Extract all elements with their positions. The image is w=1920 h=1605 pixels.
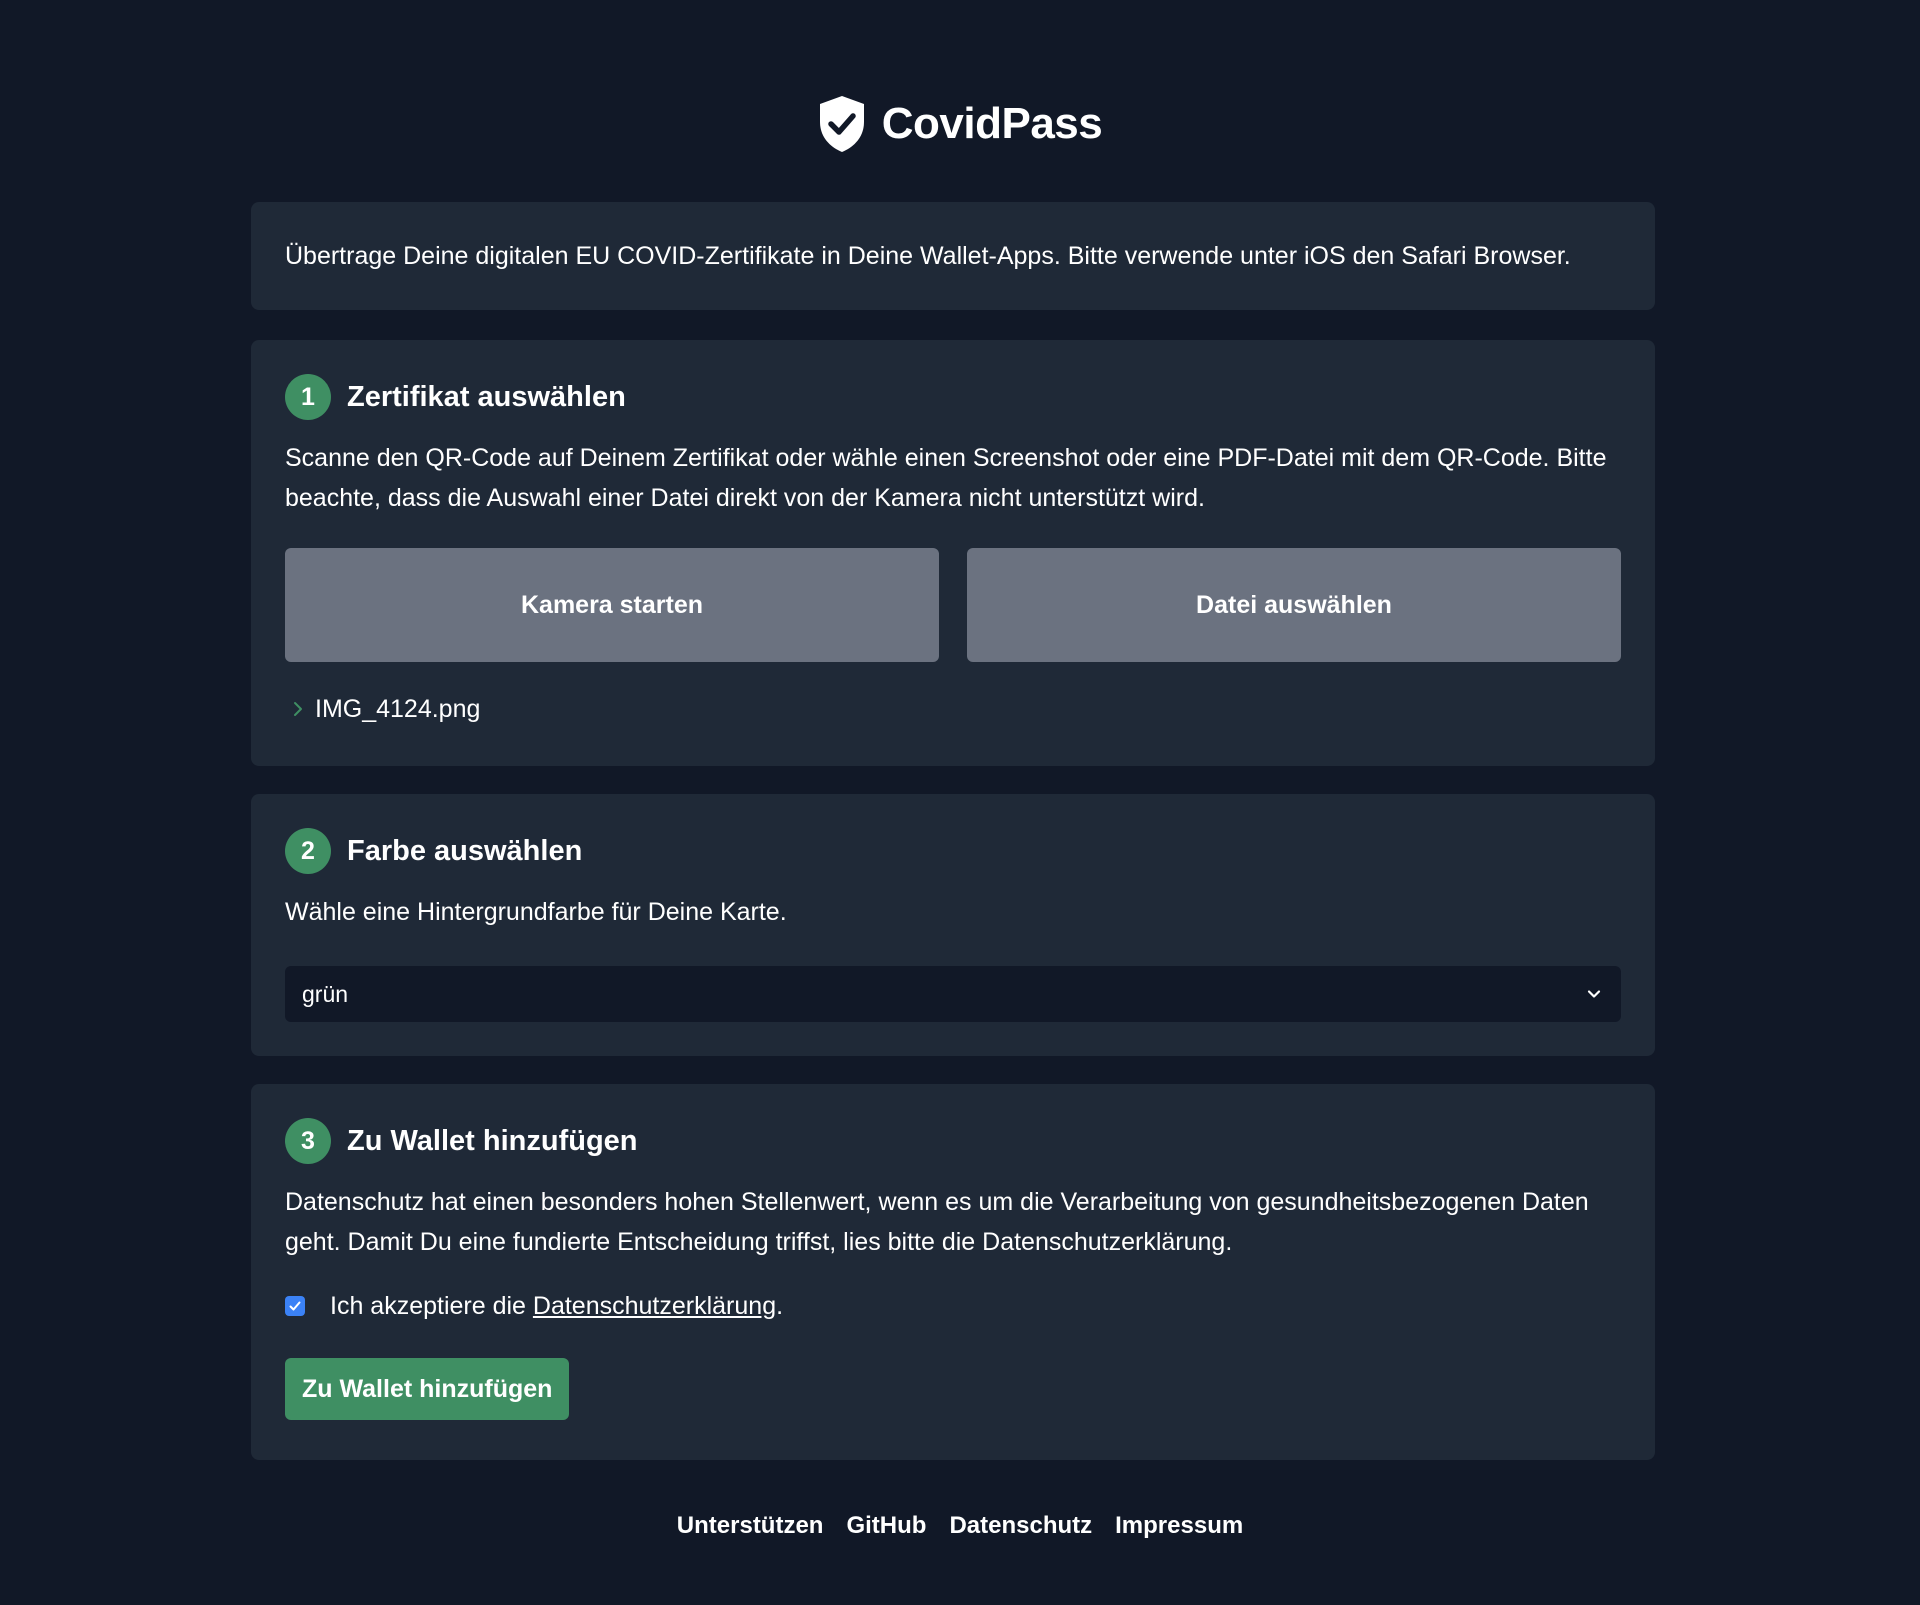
- add-to-wallet-button[interactable]: Zu Wallet hinzufügen: [285, 1358, 570, 1420]
- footer-link-github[interactable]: GitHub: [846, 1512, 926, 1540]
- step-1-description: Scanne den QR-Code auf Deinem Zertifikat…: [285, 444, 1607, 512]
- step-1-card: 1 Zertifikat auswählen Scanne den QR-Cod…: [251, 340, 1655, 766]
- footer-nav: Unterstützen GitHub Datenschutz Impressu…: [0, 1512, 1920, 1540]
- shield-check-icon: [818, 95, 866, 153]
- step-2-header: 2 Farbe auswählen: [285, 828, 1621, 874]
- step-2-card: 2 Farbe auswählen Wähle eine Hintergrund…: [251, 794, 1655, 1056]
- selected-file-row: IMG_4124.png: [285, 694, 1621, 724]
- checkmark-icon: [289, 1301, 301, 1311]
- consent-suffix: .: [776, 1291, 784, 1320]
- step-3-card: 3 Zu Wallet hinzufügen Datenschutz hat e…: [251, 1084, 1655, 1460]
- consent-row: Ich akzeptiere die Datenschutzerklärung.: [285, 1288, 1621, 1324]
- select-file-button[interactable]: Datei auswählen: [967, 548, 1621, 662]
- step-1-title: Zertifikat auswählen: [347, 380, 626, 413]
- footer-link-imprint[interactable]: Impressum: [1115, 1512, 1243, 1540]
- step-2-badge: 2: [285, 828, 331, 874]
- step-2-title: Farbe auswählen: [347, 834, 583, 867]
- step-3-description: Datenschutz hat einen besonders hohen St…: [285, 1188, 1589, 1256]
- step-1-header: 1 Zertifikat auswählen: [285, 374, 1621, 420]
- app-title: CovidPass: [881, 99, 1103, 148]
- step-3-badge: 3: [285, 1118, 331, 1164]
- app-header: CovidPass: [0, 92, 1920, 156]
- step-1-buttons: Kamera starten Datei auswählen: [285, 548, 1621, 662]
- intro-card: Übertrage Deine digitalen EU COVID-Zerti…: [251, 202, 1655, 310]
- privacy-policy-link[interactable]: Datenschutzerklärung: [533, 1292, 776, 1320]
- consent-checkbox[interactable]: [285, 1296, 305, 1316]
- consent-prefix: Ich akzeptiere die: [330, 1291, 533, 1320]
- color-select[interactable]: grün: [285, 966, 1621, 1022]
- step-3-title: Zu Wallet hinzufügen: [347, 1124, 638, 1157]
- step-3-header: 3 Zu Wallet hinzufügen: [285, 1118, 1621, 1164]
- footer-link-support[interactable]: Unterstützen: [677, 1512, 824, 1540]
- color-select-value: grün: [302, 980, 349, 1007]
- consent-label: Ich akzeptiere die Datenschutzerklärung.: [330, 1292, 783, 1321]
- footer-link-privacy[interactable]: Datenschutz: [949, 1512, 1092, 1540]
- step-1-badge: 1: [285, 374, 331, 420]
- intro-text: Übertrage Deine digitalen EU COVID-Zerti…: [285, 242, 1571, 270]
- chevron-down-icon: [1583, 983, 1605, 1005]
- chevron-right-icon: [287, 698, 309, 720]
- start-camera-button[interactable]: Kamera starten: [285, 548, 939, 662]
- step-2-description: Wähle eine Hintergrundfarbe für Deine Ka…: [285, 898, 787, 926]
- selected-file-name: IMG_4124.png: [315, 694, 481, 723]
